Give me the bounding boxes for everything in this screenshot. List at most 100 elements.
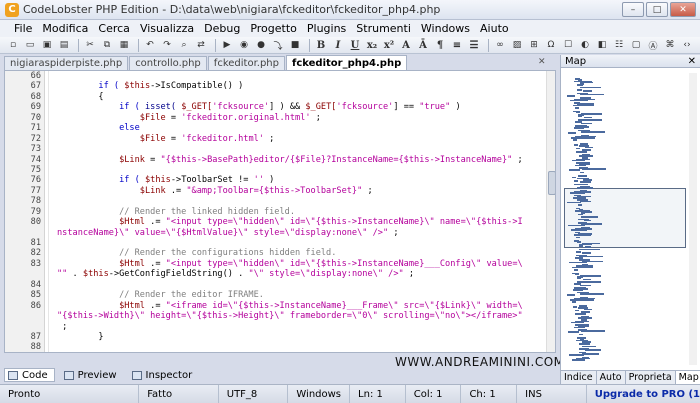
tab-inspector[interactable]: Inspector [129, 368, 199, 382]
copy-icon[interactable]: ⧉ [100, 39, 114, 52]
minimize-button[interactable]: – [622, 2, 644, 17]
map-line [579, 245, 584, 247]
code-text: else [57, 123, 545, 133]
debug-icon[interactable]: ◉ [237, 39, 251, 52]
underline-button[interactable]: U [348, 39, 362, 52]
code-token: $_GET[ [305, 102, 337, 113]
watermark: WWW.ANDREAMININI.COM [395, 355, 565, 369]
breakpoint-icon[interactable]: ● [254, 39, 268, 52]
line-number: 80 [30, 217, 41, 228]
color-icon[interactable]: ◐ [578, 39, 592, 52]
tab-controllo[interactable]: controllo.php [129, 56, 207, 70]
code-text: $Html .= "<input type=\"hidden\" id=\"{$… [57, 217, 545, 227]
stop-icon[interactable]: ■ [288, 39, 302, 52]
vertical-scrollbar[interactable] [546, 71, 555, 352]
menu-file[interactable]: File [14, 22, 32, 35]
menu-modifica[interactable]: Modifica [42, 22, 88, 35]
special-char-icon[interactable]: Ω [544, 39, 558, 52]
code-token: nstanceName}\" value=\"{$HtmlValue}\" st… [57, 227, 389, 238]
undo-icon[interactable]: ↶ [143, 39, 157, 52]
new-file-icon[interactable]: ▫ [6, 39, 20, 52]
map-line [576, 187, 593, 189]
status-os: Windows [288, 384, 351, 403]
line-number: 74 [30, 154, 41, 165]
menu-debug[interactable]: Debug [204, 22, 240, 35]
frame-icon[interactable]: ▢ [629, 39, 643, 52]
tab-nigiaraspiderpiste[interactable]: nigiaraspiderpiste.php [4, 56, 129, 70]
code-map[interactable] [564, 73, 686, 365]
menu-visualizza[interactable]: Visualizza [140, 22, 194, 35]
code-text: } [57, 332, 545, 342]
paragraph-button[interactable]: ¶ [433, 39, 447, 52]
tab-indice[interactable]: Indice [561, 371, 597, 384]
map-line [584, 246, 592, 248]
php-icon[interactable]: ⌘ [663, 39, 677, 52]
menu-progetto[interactable]: Progetto [250, 22, 297, 35]
code-text: if ( isset( $_GET['fcksource'] ) && $_GE… [57, 102, 545, 112]
code-text: "" . $this->GetConfigFieldString() . "\"… [57, 269, 545, 279]
list-icon[interactable]: ☷ [612, 39, 626, 52]
image-icon[interactable]: ▨ [510, 39, 524, 52]
code-token: $_GET[ [176, 102, 213, 113]
justify-button[interactable]: ☰ [467, 39, 481, 52]
map-line [580, 122, 593, 125]
font-size-button[interactable]: Ā [416, 39, 430, 52]
tab-fckeditor-php4[interactable]: fckeditor_php4.php [285, 55, 408, 70]
table-icon[interactable]: ⊞ [527, 39, 541, 52]
find-icon[interactable]: ⌕ [177, 39, 191, 52]
upgrade-link[interactable]: Upgrade to PRO (1 [587, 385, 700, 403]
close-tab-icon[interactable]: ✕ [538, 57, 546, 67]
subscript-button[interactable]: x₂ [365, 39, 379, 52]
align-button[interactable]: ≡ [450, 39, 464, 52]
code-token: // Render the linked hidden field. [57, 206, 295, 217]
redo-icon[interactable]: ↷ [160, 39, 174, 52]
panel-scrollbar[interactable] [689, 73, 697, 365]
menu-aiuto[interactable]: Aiuto [480, 22, 509, 35]
menu-windows[interactable]: Windows [421, 22, 470, 35]
tab-code[interactable]: Code [4, 368, 55, 382]
paste-icon[interactable]: ▦ [117, 39, 131, 52]
tab-map[interactable]: Map [675, 371, 700, 384]
code-token: $Link [57, 185, 166, 196]
superscript-button[interactable]: x² [382, 39, 396, 52]
map-line [569, 261, 588, 264]
text-color-icon[interactable]: Ⓐ [646, 39, 660, 52]
run-icon[interactable]: ▶ [220, 39, 234, 52]
map-line [572, 306, 577, 308]
code-token: if ( [57, 175, 145, 186]
step-icon[interactable]: ⤵ [271, 39, 285, 52]
find-replace-icon[interactable]: ⇄ [194, 39, 208, 52]
menu-cerca[interactable]: Cerca [98, 22, 130, 35]
open-folder-icon[interactable]: ▭ [23, 39, 37, 52]
link-icon[interactable]: ∞ [493, 39, 507, 52]
close-button[interactable]: ✕ [670, 2, 696, 17]
scrollbar-thumb[interactable] [548, 171, 555, 195]
code-editor[interactable]: 66 67 if ( $this->IsCompatible() ) 68 {69 … [4, 70, 556, 353]
menu-plugins[interactable]: Plugins [307, 22, 346, 35]
map-line [582, 90, 593, 92]
tab-proprieta[interactable]: Proprieta [626, 371, 676, 384]
map-line [578, 115, 583, 117]
save-all-icon[interactable]: ▤ [57, 39, 71, 52]
map-line [575, 111, 580, 114]
highlight-icon[interactable]: ◧ [595, 39, 609, 52]
cut-icon[interactable]: ✂ [83, 39, 97, 52]
italic-button[interactable]: I [331, 39, 345, 52]
bold-button[interactable]: B [314, 39, 328, 52]
tab-preview[interactable]: Preview [61, 368, 123, 382]
tab-auto[interactable]: Auto [597, 371, 626, 384]
code-line: 84 [5, 280, 545, 290]
form-icon[interactable]: ☐ [561, 39, 575, 52]
map-line [580, 311, 591, 313]
map-line [574, 107, 579, 109]
menu-strumenti[interactable]: Strumenti [356, 22, 411, 35]
font-button[interactable]: A [399, 39, 413, 52]
panel-close-icon[interactable]: ✕ [688, 56, 696, 67]
code-token: ->ToolbarSet != [170, 175, 254, 186]
map-line [570, 99, 589, 102]
code-token: ) [450, 102, 461, 113]
maximize-button[interactable]: □ [646, 2, 668, 17]
tag-icon[interactable]: ‹› [680, 39, 694, 52]
tab-fckeditor[interactable]: fckeditor.php [207, 56, 285, 70]
save-icon[interactable]: ▣ [40, 39, 54, 52]
